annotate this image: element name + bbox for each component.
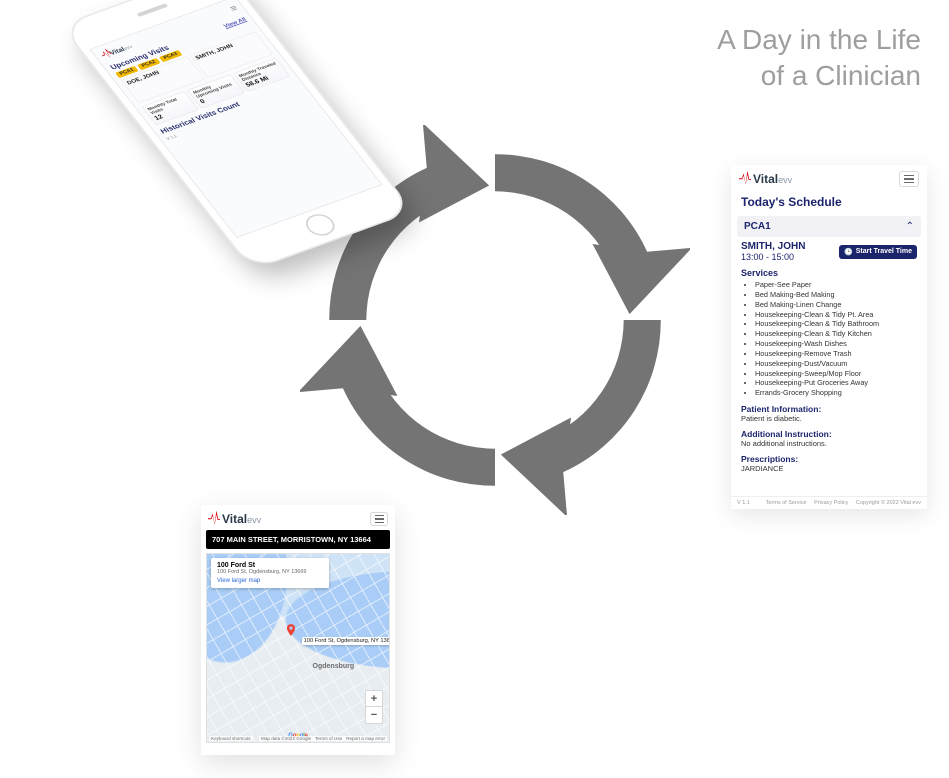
info-subtitle: 100 Ford St, Ogdensburg, NY 13669 bbox=[217, 569, 323, 575]
map-screen: Vitalevv 707 MAIN STREET, MORRISTOWN, NY… bbox=[201, 505, 395, 755]
page-heading: A Day in the Life of a Clinician bbox=[717, 22, 921, 95]
map-data-label: Map data ©2022 Google bbox=[261, 736, 311, 741]
list-item: Errands-Grocery Shopping bbox=[755, 388, 917, 398]
logo: Vitalevv bbox=[739, 172, 792, 186]
zoom-in-icon[interactable]: + bbox=[366, 691, 382, 707]
list-item: Bed Making-Bed Making bbox=[755, 290, 917, 300]
privacy-link[interactable]: Privacy Policy bbox=[814, 500, 848, 506]
hamburger-icon[interactable]: ≡ bbox=[227, 3, 240, 14]
zoom-out-icon[interactable]: − bbox=[366, 707, 382, 723]
services-list: Paper-See Paper Bed Making-Bed Making Be… bbox=[741, 280, 917, 398]
hamburger-icon[interactable] bbox=[899, 171, 919, 187]
accordion-pca1[interactable]: PCA1 ⌃ bbox=[737, 216, 921, 237]
list-item: Paper-See Paper bbox=[755, 280, 917, 290]
prescriptions-text: JARDIANCE bbox=[741, 464, 917, 473]
patient-info-text: Patient is diabetic. bbox=[741, 414, 917, 423]
chevron-up-icon: ⌃ bbox=[906, 221, 914, 232]
heading-line2: of a Clinician bbox=[717, 58, 921, 94]
visit-time: 13:00 - 15:00 bbox=[741, 252, 805, 262]
city-label: Ogdensburg bbox=[313, 663, 355, 670]
list-item: Housekeeping-Wash Dishes bbox=[755, 339, 917, 349]
map-footer: Map data ©2022 Google Terms of Use Repor… bbox=[259, 736, 387, 741]
version-label: V 1.1 bbox=[737, 500, 750, 506]
list-item: Bed Making-Linen Change bbox=[755, 300, 917, 310]
list-item: Housekeeping-Clean & Tidy Pt. Area bbox=[755, 310, 917, 320]
map-embed[interactable]: 100 Ford St 100 Ford St, Ogdensburg, NY … bbox=[206, 553, 390, 743]
additional-text: No additional instructions. bbox=[741, 439, 917, 448]
terms-link[interactable]: Terms of Use bbox=[315, 736, 342, 741]
patient-info-heading: Patient Information: bbox=[741, 404, 917, 414]
info-title: 100 Ford St bbox=[217, 562, 323, 569]
list-item: Housekeeping-Dust/Vacuum bbox=[755, 359, 917, 369]
schedule-title: Today's Schedule bbox=[731, 193, 927, 213]
view-larger-link[interactable]: View larger map bbox=[217, 578, 260, 584]
keyboard-shortcuts[interactable]: Keyboard shortcuts bbox=[209, 736, 253, 741]
list-item: Housekeeping-Clean & Tidy Kitchen bbox=[755, 329, 917, 339]
zoom-control[interactable]: + − bbox=[365, 690, 383, 724]
phone-screen: Vitalevv ≡ Upcoming Visits View All PCA1… bbox=[89, 0, 382, 238]
heading-line1: A Day in the Life bbox=[717, 22, 921, 58]
hamburger-icon[interactable] bbox=[370, 512, 388, 526]
list-item: Housekeeping-Remove Trash bbox=[755, 349, 917, 359]
additional-heading: Additional Instruction: bbox=[741, 429, 917, 439]
list-item: Housekeeping-Put Groceries Away bbox=[755, 378, 917, 388]
tos-link[interactable]: Terms of Service bbox=[766, 500, 807, 506]
list-item: Housekeeping-Sweep/Mop Floor bbox=[755, 369, 917, 379]
clock-icon: 🕒 bbox=[844, 248, 853, 256]
start-travel-button[interactable]: 🕒 Start Travel Time bbox=[839, 245, 917, 259]
schedule-screen: Vitalevv Today's Schedule PCA1 ⌃ SMITH, … bbox=[731, 165, 927, 509]
map-info-card: 100 Ford St 100 Ford St, Ogdensburg, NY … bbox=[211, 558, 329, 588]
copyright-text: Copyright © 2022 Vital evv bbox=[856, 500, 921, 506]
patient-name: SMITH, JOHN bbox=[741, 241, 805, 252]
schedule-footer: V 1.1 Terms of Service Privacy Policy Co… bbox=[731, 496, 927, 509]
list-item: Housekeeping-Clean & Tidy Bathroom bbox=[755, 319, 917, 329]
map-pin-icon[interactable] bbox=[284, 623, 298, 637]
address-bar: 707 MAIN STREET, MORRISTOWN, NY 13664 bbox=[206, 530, 390, 549]
prescriptions-heading: Prescriptions: bbox=[741, 454, 917, 464]
services-heading: Services bbox=[741, 268, 917, 278]
logo: Vitalevv bbox=[208, 512, 261, 526]
report-link[interactable]: Report a map error bbox=[346, 736, 385, 741]
pin-label: 100 Ford St, Ogdensburg, NY 13669 bbox=[302, 637, 390, 645]
